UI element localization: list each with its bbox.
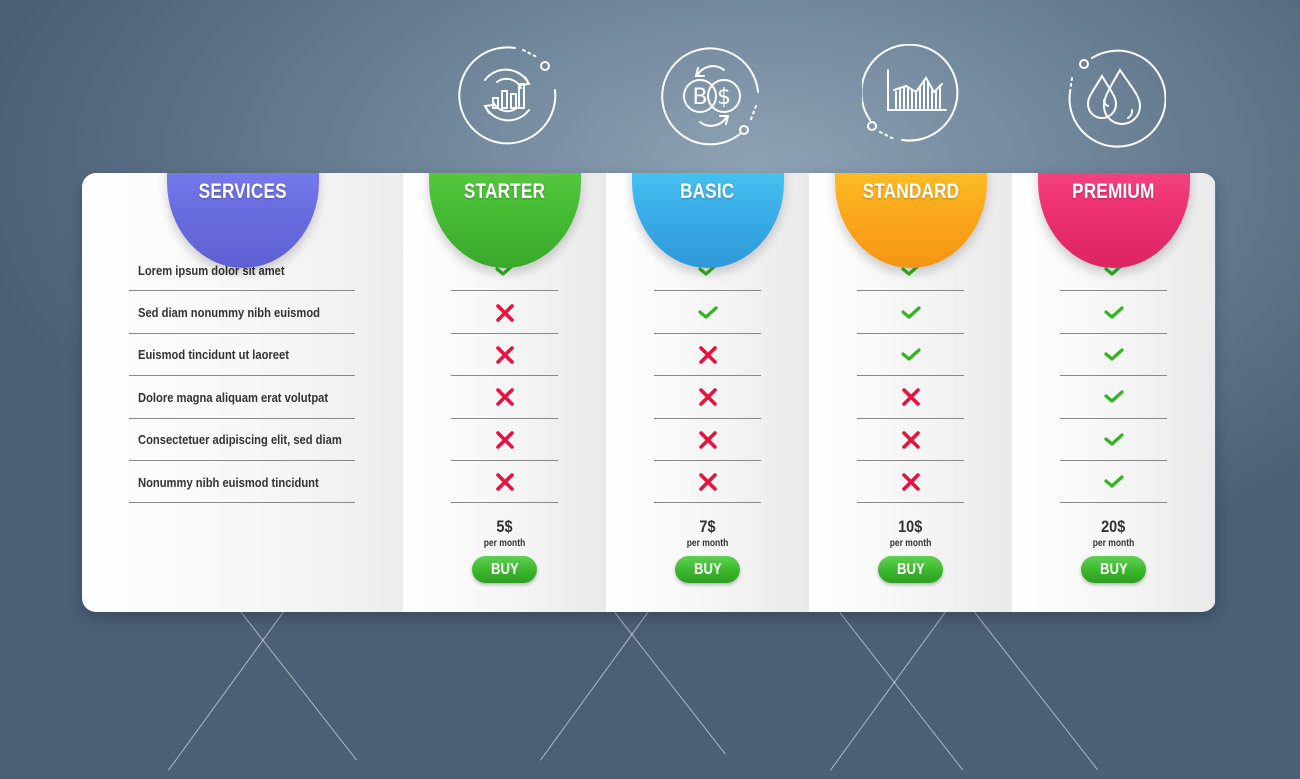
plan-name: STANDARD bbox=[862, 180, 959, 203]
water-drops-icon bbox=[1062, 44, 1167, 148]
feature-label: Lorem ipsum dolor sit amet bbox=[138, 262, 285, 278]
feature-row: Dolore magna aliquam erat volutpat bbox=[82, 376, 403, 419]
plan-name: PREMIUM bbox=[1072, 180, 1155, 203]
feature-row bbox=[403, 291, 606, 335]
feature-row: Consectetuer adipiscing elit, sed diam bbox=[82, 419, 403, 462]
buy-button-label: BUY bbox=[490, 560, 519, 578]
cross-icon bbox=[495, 388, 514, 407]
feature-row bbox=[1012, 419, 1215, 462]
feature-row bbox=[606, 461, 809, 504]
feature-label: Euismod tincidunt ut laoreet bbox=[138, 347, 289, 363]
feature-row bbox=[606, 376, 809, 419]
plan-period: per month bbox=[889, 538, 932, 549]
feature-row bbox=[403, 376, 606, 419]
feature-row bbox=[809, 419, 1012, 462]
feature-row bbox=[606, 419, 809, 462]
feature-label: Consectetuer adipiscing elit, sed diam bbox=[138, 432, 342, 448]
plan-feature-marks bbox=[809, 249, 1012, 504]
feature-row bbox=[1012, 376, 1215, 419]
decorative-line bbox=[239, 610, 357, 761]
check-icon bbox=[1103, 475, 1124, 488]
buy-button-label: BUY bbox=[1099, 560, 1128, 578]
price-block: 20$ per month BUY bbox=[1012, 518, 1215, 583]
cross-icon bbox=[698, 388, 717, 407]
buy-button-label: BUY bbox=[896, 560, 925, 578]
plan-feature-marks bbox=[403, 249, 606, 504]
plan-column-standard: STANDARD 10$ per month BUY bbox=[809, 173, 1012, 612]
check-icon bbox=[697, 305, 718, 319]
svg-text:$: $ bbox=[717, 85, 731, 110]
services-column: SERVICES Lorem ipsum dolor sit amet Sed … bbox=[82, 173, 403, 612]
line-chart-icon bbox=[860, 43, 966, 148]
feature-row: Sed diam nonummy nibh euismod bbox=[82, 291, 403, 335]
plan-feature-marks bbox=[606, 249, 809, 504]
cross-icon bbox=[495, 473, 514, 491]
bitcoin-dollar-exchange-icon: B $ bbox=[660, 44, 764, 148]
feature-label: Nonummy nibh euismod tincidunt bbox=[138, 474, 319, 490]
buy-button-premium[interactable]: BUY bbox=[1081, 556, 1146, 583]
buy-button-basic[interactable]: BUY bbox=[675, 556, 740, 583]
cross-icon bbox=[698, 346, 717, 364]
feature-row bbox=[1012, 291, 1215, 335]
buy-button-label: BUY bbox=[693, 560, 722, 578]
buy-button-standard[interactable]: BUY bbox=[878, 556, 943, 583]
cross-icon bbox=[495, 430, 514, 449]
feature-row: Euismod tincidunt ut laoreet bbox=[82, 334, 403, 377]
feature-row bbox=[809, 376, 1012, 419]
check-icon bbox=[1103, 348, 1124, 361]
plan-price: 20$ bbox=[1101, 517, 1126, 536]
plan-price: 5$ bbox=[496, 517, 513, 536]
plan-name: STARTER bbox=[463, 180, 546, 203]
feature-row bbox=[809, 461, 1012, 504]
plan-price: 7$ bbox=[699, 517, 716, 536]
check-icon bbox=[900, 305, 921, 319]
cross-icon bbox=[901, 388, 920, 407]
plan-column-premium: PREMIUM 20$ per month BUY bbox=[1012, 173, 1215, 612]
plan-column-starter: STARTER 5$ per month BUY bbox=[403, 173, 606, 612]
price-block: 10$ per month BUY bbox=[809, 518, 1012, 583]
decorative-line bbox=[839, 612, 964, 771]
plan-feature-marks bbox=[1012, 249, 1215, 504]
feature-label: Dolore magna aliquam erat volutpat bbox=[138, 389, 329, 405]
feature-row: Nonummy nibh euismod tincidunt bbox=[82, 461, 403, 504]
price-block: 5$ per month BUY bbox=[403, 518, 606, 583]
cross-icon bbox=[698, 430, 717, 449]
svg-text:B: B bbox=[692, 85, 707, 110]
buy-button-starter[interactable]: BUY bbox=[472, 556, 537, 583]
price-block: 7$ per month BUY bbox=[606, 518, 809, 583]
pricing-table: SERVICES Lorem ipsum dolor sit amet Sed … bbox=[82, 173, 1216, 612]
feature-label: Sed diam nonummy nibh euismod bbox=[138, 305, 321, 321]
refresh-chart-icon bbox=[455, 44, 559, 148]
services-title: SERVICES bbox=[198, 180, 287, 203]
plan-price: 10$ bbox=[898, 517, 923, 536]
feature-row bbox=[809, 334, 1012, 377]
check-icon bbox=[900, 348, 921, 361]
check-icon bbox=[1103, 305, 1124, 319]
cross-icon bbox=[698, 473, 717, 491]
feature-row bbox=[606, 291, 809, 335]
plan-period: per month bbox=[686, 538, 729, 549]
feature-row bbox=[403, 461, 606, 504]
decorative-line bbox=[974, 612, 1099, 771]
check-icon bbox=[1103, 390, 1124, 403]
plan-name: BASIC bbox=[680, 180, 735, 203]
cross-icon bbox=[495, 303, 514, 322]
cross-icon bbox=[901, 473, 920, 491]
feature-row bbox=[1012, 461, 1215, 504]
feature-row bbox=[809, 291, 1012, 335]
cross-icon bbox=[495, 346, 514, 364]
feature-row bbox=[403, 419, 606, 462]
plan-column-basic: BASIC 7$ per month BUY bbox=[606, 173, 809, 612]
feature-list: Lorem ipsum dolor sit amet Sed diam nonu… bbox=[82, 249, 403, 504]
cross-icon bbox=[901, 430, 920, 449]
feature-row bbox=[403, 334, 606, 377]
feature-row bbox=[1012, 334, 1215, 377]
plan-period: per month bbox=[1092, 538, 1135, 549]
check-icon bbox=[1103, 433, 1124, 446]
feature-row bbox=[606, 334, 809, 377]
plan-period: per month bbox=[483, 538, 526, 549]
